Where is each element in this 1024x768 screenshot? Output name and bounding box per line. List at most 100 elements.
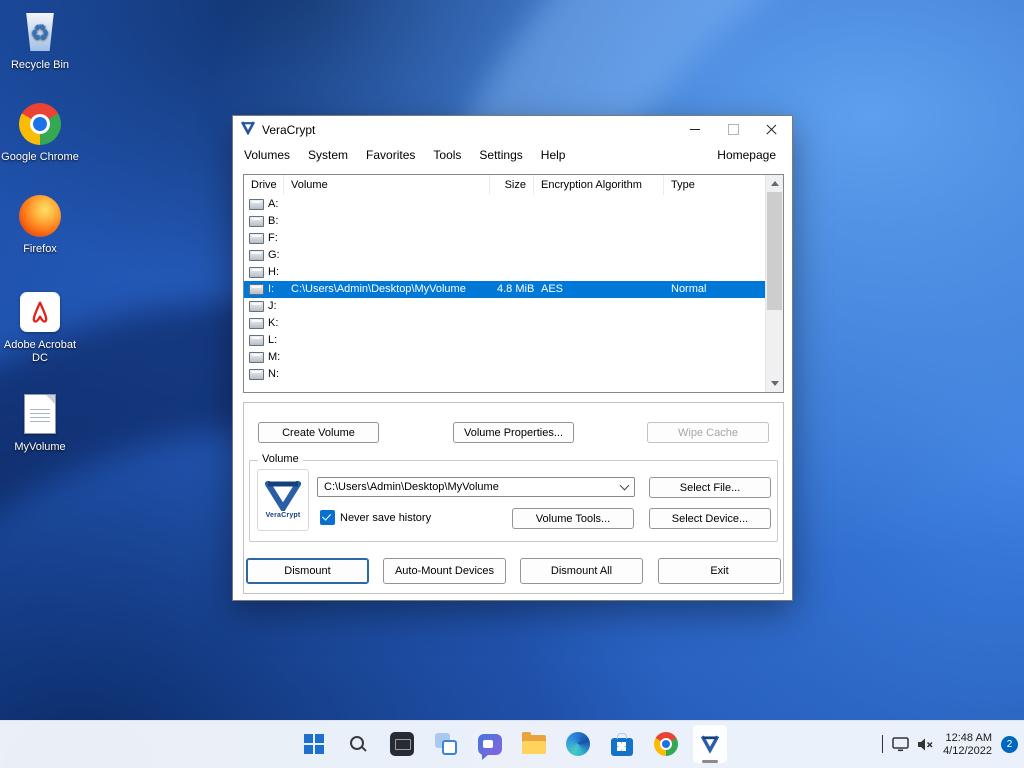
select-file-button[interactable]: Select File... [649,477,771,498]
exit-button[interactable]: Exit [658,558,781,584]
table-row[interactable]: M: [244,349,766,366]
volume-path-combobox[interactable]: C:\Users\Admin\Desktop\MyVolume [317,477,635,497]
table-row[interactable]: F: [244,230,766,247]
notification-badge[interactable]: 2 [1001,736,1018,753]
menu-tools[interactable]: Tools [424,145,470,165]
cell-encryption-algorithm [534,230,664,247]
task-view-icon [434,732,458,756]
cell-type [664,332,766,349]
desktop-icon-recycle-bin[interactable]: ♻ Recycle Bin [1,8,79,72]
drive-letter: M: [268,351,281,363]
column-header-encryption-algorithm[interactable]: Encryption Algorithm [534,175,664,195]
auto-mount-devices-button[interactable]: Auto-Mount Devices [383,558,506,584]
column-header-volume[interactable]: Volume [284,175,490,195]
menu-system[interactable]: System [299,145,357,165]
column-header-drive[interactable]: Drive [244,175,284,195]
desktop-icon-label: MyVolume [14,441,66,453]
cell-encryption-algorithm [534,247,664,264]
close-button[interactable] [752,116,790,143]
cell-type [664,298,766,315]
drive-icon [249,199,264,210]
dark-app-button[interactable] [384,724,420,764]
edge-button[interactable] [560,724,596,764]
create-volume-button[interactable]: Create Volume [258,422,379,443]
search-button[interactable] [340,724,376,764]
column-header-size[interactable]: Size [490,175,534,195]
tray-date: 4/12/2022 [943,744,992,757]
menu-help[interactable]: Help [532,145,575,165]
drive-letter: J: [268,300,277,312]
table-row[interactable]: A: [244,196,766,213]
cell-size [490,213,534,230]
chrome-button[interactable] [648,724,684,764]
cell-type [664,264,766,281]
chevron-down-icon[interactable] [616,480,632,491]
never-save-history-row[interactable]: Never save history [320,510,431,525]
volume-tools-button[interactable]: Volume Tools... [512,508,634,529]
start-icon [304,734,324,754]
scrollbar-thumb[interactable] [767,192,782,310]
cell-size [490,366,534,383]
desktop-icon-myvolume[interactable]: MyVolume [1,390,79,454]
veracrypt-logo: VeraCrypt [257,469,309,531]
search-icon [348,734,368,754]
drive-icon [249,335,264,346]
show-hidden-icons-button[interactable] [882,734,884,754]
cell-type: Normal [671,283,707,295]
drive-icon [249,318,264,329]
dismount-button[interactable]: Dismount [246,558,369,584]
veracrypt-taskbar-button[interactable] [692,724,728,764]
menu-homepage[interactable]: Homepage [711,145,782,165]
start-button[interactable] [296,724,332,764]
drive-icon [249,284,264,295]
menu-settings[interactable]: Settings [470,145,531,165]
menu-favorites[interactable]: Favorites [357,145,424,165]
taskbar: 12:48 AM 4/12/2022 2 [0,720,1024,768]
table-row[interactable]: B: [244,213,766,230]
cell-size [490,196,534,213]
cell-size [490,247,534,264]
table-row[interactable]: I: C:\Users\Admin\Desktop\MyVolume 4.8 M… [244,281,766,298]
table-row[interactable]: G: [244,247,766,264]
store-button[interactable] [604,724,640,764]
cell-encryption-algorithm [534,332,664,349]
clock[interactable]: 12:48 AM 4/12/2022 [943,732,992,758]
cell-volume [284,196,490,213]
never-save-history-label: Never save history [340,511,432,524]
table-row[interactable]: N: [244,366,766,383]
table-row[interactable]: L: [244,332,766,349]
scroll-up-button[interactable] [766,175,783,192]
desktop-icon-adobe-acrobat[interactable]: Adobe Acrobat DC [1,288,79,365]
desktop-icon-google-chrome[interactable]: Google Chrome [1,100,79,164]
volume-muted-icon[interactable] [916,737,934,752]
dismount-all-button[interactable]: Dismount All [520,558,643,584]
title-bar[interactable]: VeraCrypt [233,116,792,143]
cell-volume [284,264,490,281]
tray-time: 12:48 AM [945,731,992,744]
file-explorer-button[interactable] [516,724,552,764]
display-tray-icon[interactable] [892,737,909,752]
table-row[interactable]: K: [244,315,766,332]
cell-size [490,315,534,332]
desktop-icon-firefox[interactable]: Firefox [1,192,79,256]
drive-icon [249,301,264,312]
cell-volume [284,366,490,383]
task-view-button[interactable] [428,724,464,764]
volume-properties-button[interactable]: Volume Properties... [453,422,574,443]
menu-volumes[interactable]: Volumes [235,145,299,165]
chat-button[interactable] [472,724,508,764]
cell-encryption-algorithm: AES [541,283,564,295]
cell-encryption-algorithm [534,196,664,213]
minimize-button[interactable] [676,116,714,143]
cell-size [490,349,534,366]
never-save-history-checkbox[interactable] [320,510,335,525]
cell-type [664,196,766,213]
scroll-down-button[interactable] [766,375,783,392]
table-row[interactable]: H: [244,264,766,281]
vertical-scrollbar[interactable] [765,175,783,392]
select-device-button[interactable]: Select Device... [649,508,771,529]
maximize-button[interactable] [714,116,752,143]
table-row[interactable]: J: [244,298,766,315]
column-header-type[interactable]: Type [664,175,766,195]
cell-volume [284,230,490,247]
